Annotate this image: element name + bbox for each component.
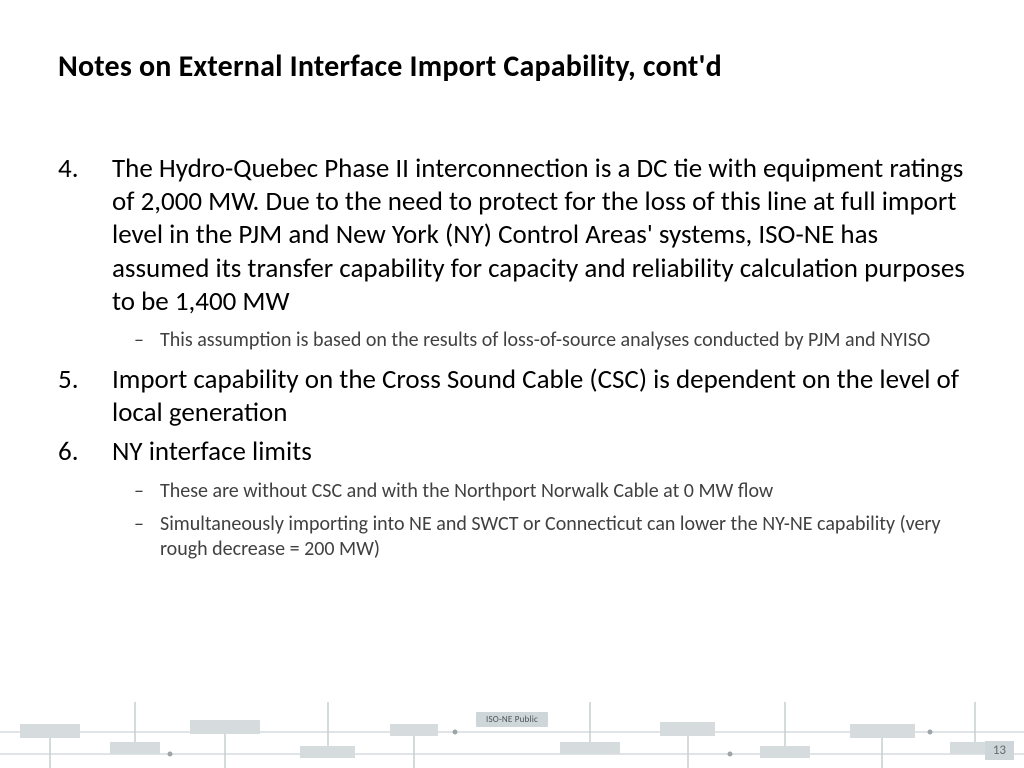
- sub-list-item: These are without CSC and with the North…: [112, 479, 966, 504]
- sub-list-item-text: This assumption is based on the results …: [160, 328, 966, 353]
- list-item-text: NY interface limits: [112, 435, 966, 468]
- slide-body: The Hydro-Quebec Phase II interconnectio…: [58, 152, 966, 572]
- sub-list-item-text: Simultaneously importing into NE and SWC…: [160, 512, 966, 562]
- list-item: The Hydro-Quebec Phase II interconnectio…: [58, 152, 966, 353]
- sub-list-item: This assumption is based on the results …: [112, 328, 966, 353]
- sub-list-item-text: These are without CSC and with the North…: [160, 479, 966, 504]
- footer-label: ISO-NE Public: [476, 712, 548, 727]
- slide-title: Notes on External Interface Import Capab…: [58, 48, 966, 85]
- slide: Notes on External Interface Import Capab…: [0, 0, 1024, 768]
- sub-list: This assumption is based on the results …: [112, 328, 966, 353]
- page-number: 13: [985, 741, 1014, 760]
- list-item: NY interface limits These are without CS…: [58, 435, 966, 561]
- sub-list-item: Simultaneously importing into NE and SWC…: [112, 512, 966, 562]
- main-list: The Hydro-Quebec Phase II interconnectio…: [58, 152, 966, 562]
- sub-list: These are without CSC and with the North…: [112, 479, 966, 562]
- slide-footer: ISO-NE Public 13: [0, 702, 1024, 768]
- list-item: Import capability on the Cross Sound Cab…: [58, 363, 966, 429]
- list-item-text: The Hydro-Quebec Phase II interconnectio…: [112, 152, 966, 318]
- list-item-text: Import capability on the Cross Sound Cab…: [112, 363, 966, 429]
